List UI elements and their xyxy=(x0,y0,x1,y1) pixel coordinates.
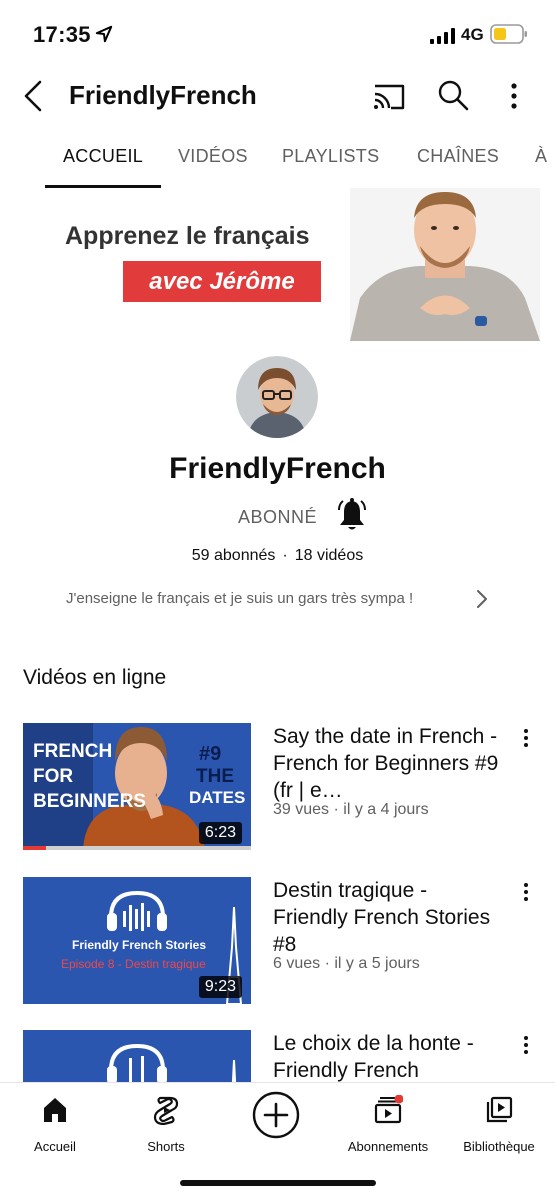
battery-icon xyxy=(490,24,527,44)
thumb-text-for: FOR xyxy=(33,766,74,787)
tab-chaines[interactable]: CHAÎNES xyxy=(417,146,499,167)
more-options-icon[interactable] xyxy=(502,80,526,112)
search-icon[interactable] xyxy=(436,78,470,112)
video-options-icon[interactable] xyxy=(516,1034,536,1056)
watch-progress-fill xyxy=(23,846,46,850)
location-arrow-icon xyxy=(95,25,113,43)
tab-accueil[interactable]: ACCUEIL xyxy=(63,146,143,167)
nav-library[interactable]: Bibliothèque xyxy=(444,1093,554,1154)
section-title: Vidéos en ligne xyxy=(23,666,167,689)
header-title: FriendlyFrench xyxy=(69,80,257,110)
video-options-icon[interactable] xyxy=(516,727,536,749)
video-list-item[interactable]: FRENCH FOR BEGINNERS #9 THE DATES 6:23 S… xyxy=(0,723,555,863)
video-duration: 6:23 xyxy=(198,822,242,844)
video-count: 18 vidéos xyxy=(294,547,364,564)
video-meta: 6 vues · il y a 5 jours xyxy=(273,955,420,972)
subscriber-count: 59 abonnés xyxy=(191,547,276,564)
cellular-signal-icon xyxy=(430,28,455,44)
banner-headline: Apprenez le français xyxy=(65,222,310,250)
status-bar: 17:35 4G xyxy=(0,0,555,70)
channel-avatar[interactable] xyxy=(236,356,318,438)
home-icon xyxy=(44,1098,66,1122)
shorts-icon xyxy=(153,1096,179,1125)
watch-progress-bar xyxy=(23,846,251,850)
video-title[interactable]: Le choix de la honte - Friendly French xyxy=(273,1030,503,1084)
stats-separator: · xyxy=(282,547,288,564)
thumb-text-the: THE xyxy=(196,766,234,787)
tab-a-propos[interactable]: À xyxy=(535,146,547,167)
nav-label-home: Accueil xyxy=(34,1139,76,1154)
thumb-text-french: FRENCH xyxy=(33,741,113,762)
nav-label-library: Bibliothèque xyxy=(463,1139,535,1154)
thumb-series-title: Friendly French Stories xyxy=(72,938,207,952)
library-icon xyxy=(486,1096,513,1123)
video-list-item[interactable]: Friendly French Stories Episode 8 - Dest… xyxy=(0,877,555,1017)
video-duration: 9:23 xyxy=(198,976,242,998)
status-time: 17:35 xyxy=(33,22,91,47)
nav-shorts[interactable]: Shorts xyxy=(111,1093,221,1154)
home-indicator xyxy=(180,1180,376,1186)
nav-home[interactable]: Accueil xyxy=(0,1093,110,1154)
notification-bell-icon[interactable] xyxy=(336,498,368,532)
nav-label-shorts: Shorts xyxy=(147,1139,185,1154)
channel-banner: Apprenez le français avec Jérôme xyxy=(0,188,555,341)
video-title[interactable]: Say the date in French - French for Begi… xyxy=(273,723,503,804)
thumb-text-beginners: BEGINNERS xyxy=(33,791,146,812)
banner-tagline: avec Jérôme xyxy=(123,261,321,302)
video-thumbnail[interactable]: Friendly French Stories Episode 8 - Dest… xyxy=(23,877,251,1004)
back-arrow-icon[interactable] xyxy=(18,78,50,114)
channel-name: FriendlyFrench xyxy=(169,452,386,485)
subscribed-button[interactable]: ABONNÉ xyxy=(238,507,317,528)
video-options-icon[interactable] xyxy=(516,881,536,903)
network-type: 4G xyxy=(461,25,484,44)
tab-videos[interactable]: VIDÉOS xyxy=(178,146,248,167)
subscriptions-icon xyxy=(374,1095,403,1124)
thumb-episode-title: Episode 8 - Destin tragique xyxy=(61,957,206,971)
banner-portrait-image xyxy=(350,188,540,341)
channel-header: FriendlyFrench xyxy=(0,70,555,122)
channel-tabs: ACCUEIL VIDÉOS PLAYLISTS CHAÎNES À xyxy=(0,130,555,188)
channel-stats: 59 abonnés · 18 vidéos xyxy=(0,547,555,565)
tab-playlists[interactable]: PLAYLISTS xyxy=(282,146,379,167)
thumb-text-dates: DATES xyxy=(189,788,246,807)
nav-label-subscriptions: Abonnements xyxy=(347,1139,429,1154)
create-icon[interactable] xyxy=(252,1091,300,1139)
channel-description[interactable]: J'enseigne le français et je suis un gar… xyxy=(66,590,413,607)
thumb-text-number: #9 xyxy=(199,743,222,765)
video-title[interactable]: Destin tragique - Friendly French Storie… xyxy=(273,877,503,958)
chevron-right-icon[interactable] xyxy=(474,588,490,610)
video-thumbnail[interactable]: FRENCH FOR BEGINNERS #9 THE DATES 6:23 xyxy=(23,723,251,850)
cast-icon[interactable] xyxy=(371,80,407,112)
video-meta: 39 vues · il y a 4 jours xyxy=(273,801,429,818)
nav-subscriptions[interactable]: Abonnements xyxy=(333,1093,443,1154)
